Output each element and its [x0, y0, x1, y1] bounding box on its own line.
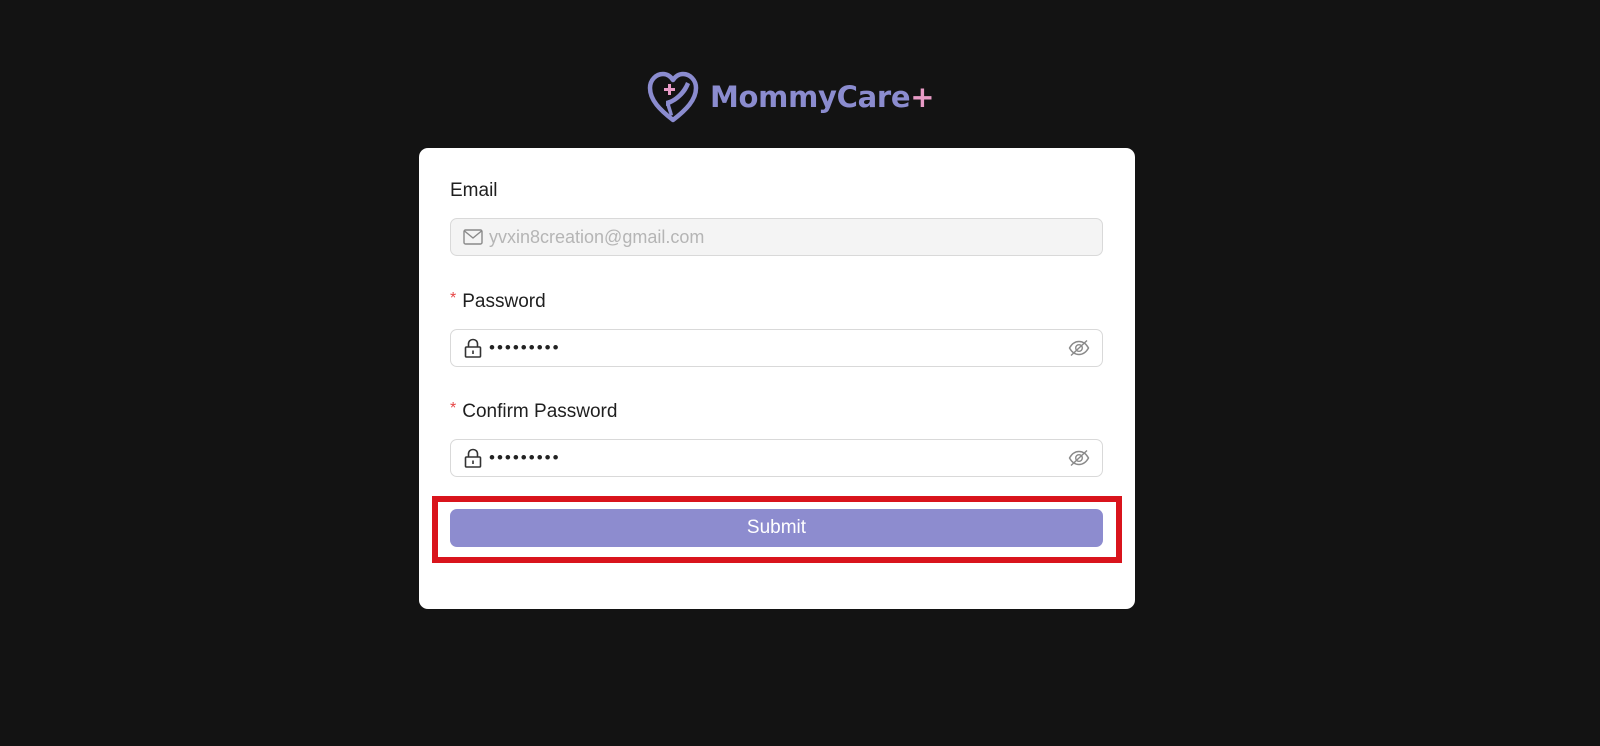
password-field[interactable]: •••••••••: [450, 329, 1103, 367]
brand-header: MommyCare +: [646, 70, 935, 124]
brand-name: MommyCare: [710, 80, 911, 114]
required-mark: *: [450, 290, 457, 307]
required-mark: *: [450, 400, 457, 417]
password-label: * Password: [450, 290, 546, 312]
signup-page: MommyCare + Email yvxin8creation@gmail.co…: [0, 0, 1600, 746]
lock-icon: [463, 448, 483, 468]
eye-off-icon[interactable]: [1068, 447, 1090, 469]
password-value: •••••••••: [489, 338, 561, 357]
eye-off-icon[interactable]: [1068, 337, 1090, 359]
brand-plus: +: [910, 80, 935, 114]
confirm-password-value: •••••••••: [489, 448, 561, 467]
heart-hand-plus-icon: [646, 70, 700, 124]
lock-icon: [463, 338, 483, 358]
submit-button[interactable]: Submit: [450, 509, 1103, 547]
email-value: yvxin8creation@gmail.com: [489, 226, 705, 247]
email-label: Email: [450, 180, 498, 201]
confirm-password-field[interactable]: •••••••••: [450, 439, 1103, 477]
mail-icon: [463, 227, 483, 247]
email-field[interactable]: yvxin8creation@gmail.com: [450, 218, 1103, 256]
confirm-password-label: * Confirm Password: [450, 400, 618, 422]
signup-form-card: Email yvxin8creation@gmail.com * Password: [419, 148, 1135, 609]
